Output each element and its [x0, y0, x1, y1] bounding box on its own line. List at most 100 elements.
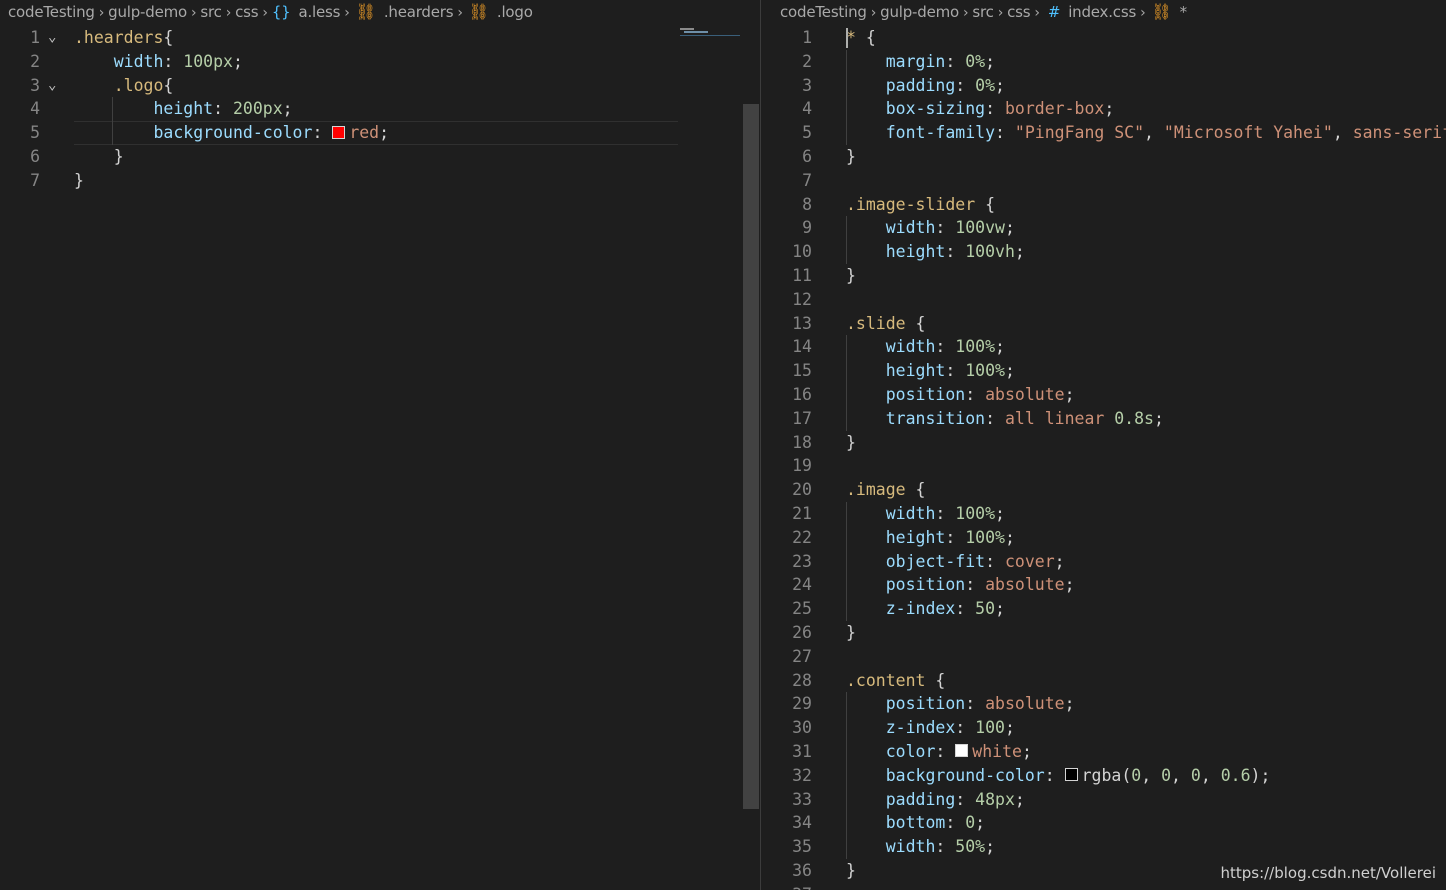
line-number[interactable]: 3: [0, 74, 40, 98]
code-text[interactable]: z-index: 50;: [846, 597, 1005, 621]
breadcrumb-folder-src[interactable]: src: [200, 0, 222, 24]
code-text[interactable]: position: absolute;: [846, 383, 1075, 407]
right-editor[interactable]: codeTesting › gulp-demo › src › css › # index.css…: [762, 0, 1446, 890]
code-line[interactable]: 19: [762, 454, 1446, 478]
code-line[interactable]: 8 .image-slider {: [762, 193, 1446, 217]
code-line[interactable]: 7: [762, 169, 1446, 193]
code-text[interactable]: bottom: 0;: [846, 811, 985, 835]
left-breadcrumb[interactable]: codeTesting › gulp-demo › src › css ›{} a.less › ⛓…: [8, 0, 533, 24]
code-line[interactable]: 1 ⌄ .hearders{: [0, 26, 742, 50]
code-line[interactable]: 33 padding: 48px;: [762, 787, 1446, 812]
right-code-area[interactable]: 1 * {2 margin: 0%; 3 padding: 0%; 4 box-siz…: [762, 26, 1446, 890]
line-number[interactable]: 7: [772, 169, 812, 193]
line-number[interactable]: 34: [772, 811, 812, 835]
breadcrumb-folder-codetesting[interactable]: codeTesting: [780, 0, 867, 24]
code-line[interactable]: 31 color: white;: [762, 739, 1446, 764]
line-number[interactable]: 28: [772, 669, 812, 693]
line-number[interactable]: 4: [0, 97, 40, 121]
code-text[interactable]: }: [846, 264, 856, 288]
code-line[interactable]: 24 position: absolute;: [762, 573, 1446, 598]
line-number[interactable]: 1: [772, 26, 812, 50]
code-text[interactable]: font-family: "PingFang SC", "Microsoft Y…: [846, 121, 1446, 145]
code-text[interactable]: }: [74, 169, 84, 193]
code-line[interactable]: 10 height: 100vh;: [762, 240, 1446, 264]
line-number[interactable]: 7: [0, 169, 40, 193]
code-line[interactable]: 4 height: 200px;: [0, 97, 742, 122]
line-number[interactable]: 17: [772, 407, 812, 431]
code-text[interactable]: background-color: rgba(0, 0, 0, 0.6);: [846, 764, 1271, 788]
code-text[interactable]: .logo{: [74, 74, 174, 98]
code-line[interactable]: 9 width: 100vw;: [762, 216, 1446, 241]
code-line[interactable]: 14 width: 100%;: [762, 335, 1446, 360]
code-text[interactable]: .slide {: [846, 312, 925, 336]
line-number[interactable]: 10: [772, 240, 812, 264]
line-number[interactable]: 21: [772, 502, 812, 526]
line-number[interactable]: 20: [772, 478, 812, 502]
code-line[interactable]: 30 z-index: 100;: [762, 716, 1446, 740]
line-number[interactable]: 13: [772, 312, 812, 336]
breadcrumb-file[interactable]: index.css: [1068, 0, 1136, 24]
code-text[interactable]: width: 100px;: [74, 50, 243, 74]
code-line[interactable]: 13 .slide {: [762, 312, 1446, 336]
color-swatch[interactable]: [955, 744, 969, 758]
code-text[interactable]: * {: [846, 26, 876, 50]
color-swatch[interactable]: [1064, 768, 1078, 782]
line-number[interactable]: 30: [772, 716, 812, 740]
line-number[interactable]: 33: [772, 788, 812, 812]
line-number[interactable]: 2: [0, 50, 40, 74]
code-line[interactable]: 5 font-family: "PingFang SC", "Microsoft…: [762, 121, 1446, 145]
code-text[interactable]: padding: 0%;: [846, 74, 1005, 98]
code-line[interactable]: 35 width: 50%;: [762, 835, 1446, 859]
code-text[interactable]: transition: all linear 0.8s;: [846, 407, 1164, 431]
code-line[interactable]: 5 background-color: red;: [0, 121, 742, 146]
line-number[interactable]: 11: [772, 264, 812, 288]
line-number[interactable]: 29: [772, 692, 812, 716]
line-number[interactable]: 5: [0, 121, 40, 145]
code-line[interactable]: 21 width: 100%;: [762, 501, 1446, 526]
line-number[interactable]: 12: [772, 288, 812, 312]
line-number[interactable]: 6: [772, 145, 812, 169]
code-text[interactable]: .image {: [846, 478, 925, 502]
code-line[interactable]: 16 position: absolute;: [762, 382, 1446, 407]
breadcrumb-folder-css[interactable]: css: [1007, 0, 1030, 24]
code-text[interactable]: }: [846, 145, 856, 169]
line-number[interactable]: 5: [772, 121, 812, 145]
color-swatch[interactable]: [332, 125, 346, 139]
code-line[interactable]: 37: [762, 883, 1446, 890]
code-line[interactable]: 28 .content {: [762, 669, 1446, 693]
line-number[interactable]: 23: [772, 550, 812, 574]
breadcrumb-file[interactable]: a.less: [299, 0, 341, 24]
code-line[interactable]: 11}: [762, 264, 1446, 288]
line-number[interactable]: 2: [772, 50, 812, 74]
code-line[interactable]: 20 .image {: [762, 478, 1446, 502]
line-number[interactable]: 36: [772, 859, 812, 883]
line-number[interactable]: 3: [772, 74, 812, 98]
code-line[interactable]: 2 width: 100px;: [0, 50, 742, 74]
code-line[interactable]: 34 bottom: 0;: [762, 811, 1446, 836]
line-number[interactable]: 15: [772, 359, 812, 383]
code-text[interactable]: background-color: red;: [74, 121, 389, 145]
right-breadcrumb[interactable]: codeTesting › gulp-demo › src › css › # index.css…: [780, 0, 1187, 24]
code-line[interactable]: 17 transition: all linear 0.8s;: [762, 406, 1446, 431]
line-number[interactable]: 16: [772, 383, 812, 407]
code-text[interactable]: height: 100vh;: [846, 240, 1025, 264]
line-number[interactable]: 26: [772, 621, 812, 645]
code-text[interactable]: margin: 0%;: [846, 50, 995, 74]
code-text[interactable]: .hearders{: [74, 26, 173, 50]
code-line[interactable]: 15 height: 100%;: [762, 359, 1446, 383]
code-text[interactable]: height: 200px;: [74, 97, 292, 121]
breadcrumb-folder-codetesting[interactable]: codeTesting: [8, 0, 95, 24]
code-line[interactable]: 18}: [762, 431, 1446, 455]
code-line[interactable]: 4 box-sizing: border-box;: [762, 97, 1446, 122]
code-line[interactable]: 1 * {: [762, 26, 1446, 50]
code-text[interactable]: }: [846, 621, 856, 645]
breadcrumb-symbol-logo[interactable]: .logo: [497, 0, 533, 24]
breadcrumb-folder-src[interactable]: src: [972, 0, 994, 24]
line-number[interactable]: 1: [0, 26, 40, 50]
code-line[interactable]: 3 ⌄ .logo{: [0, 74, 742, 98]
code-line[interactable]: 25 z-index: 50;: [762, 597, 1446, 621]
code-line[interactable]: 2 margin: 0%;: [762, 49, 1446, 74]
code-line[interactable]: 26}: [762, 621, 1446, 645]
code-line[interactable]: 6 }: [0, 145, 742, 169]
breadcrumb-folder-css[interactable]: css: [235, 0, 258, 24]
